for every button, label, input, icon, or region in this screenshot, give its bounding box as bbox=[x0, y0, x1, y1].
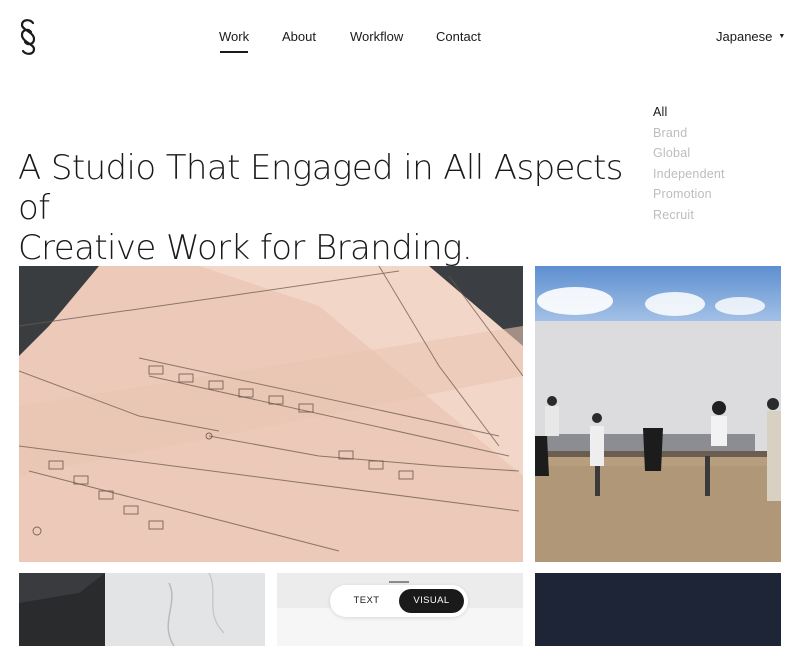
nav-item-contact[interactable]: Contact bbox=[436, 29, 481, 44]
filter-all[interactable]: All bbox=[653, 102, 725, 123]
filter-recruit[interactable]: Recruit bbox=[653, 205, 725, 226]
filter-brand[interactable]: Brand bbox=[653, 123, 725, 144]
outdoor-office-image bbox=[535, 266, 781, 562]
filter-promotion[interactable]: Promotion bbox=[653, 184, 725, 205]
marble-image bbox=[19, 573, 265, 646]
caret-down-icon: ▼ bbox=[778, 33, 786, 40]
filter-global[interactable]: Global bbox=[653, 143, 725, 164]
filter-independent[interactable]: Independent bbox=[653, 164, 725, 185]
view-toggle: TEXT VISUAL bbox=[330, 585, 468, 617]
nav-item-workflow[interactable]: Workflow bbox=[350, 29, 403, 44]
category-filter-list: All Brand Global Independent Promotion R… bbox=[653, 102, 725, 225]
nav-item-work[interactable]: Work bbox=[219, 29, 249, 53]
toggle-text-option[interactable]: TEXT bbox=[334, 589, 399, 613]
work-tile-blueprint[interactable] bbox=[19, 266, 523, 562]
language-selector[interactable]: Japanese ▼ bbox=[716, 29, 785, 44]
headline-line-1: A Studio That Engaged in All Aspects of bbox=[18, 148, 623, 228]
nav-item-about[interactable]: About bbox=[282, 29, 316, 44]
toggle-visual-option[interactable]: VISUAL bbox=[399, 589, 464, 613]
language-label: Japanese bbox=[716, 29, 773, 44]
headline-line-2: Creative Work for Branding. bbox=[18, 228, 473, 268]
work-tile-marble[interactable] bbox=[19, 573, 265, 646]
work-tile-navy[interactable] bbox=[535, 573, 781, 646]
page-headline: A Studio That Engaged in All Aspects of … bbox=[18, 148, 638, 268]
work-tile-outdoor-office[interactable] bbox=[535, 266, 781, 562]
blueprint-image bbox=[19, 266, 523, 562]
main-nav: Work About Workflow Contact bbox=[0, 29, 800, 59]
